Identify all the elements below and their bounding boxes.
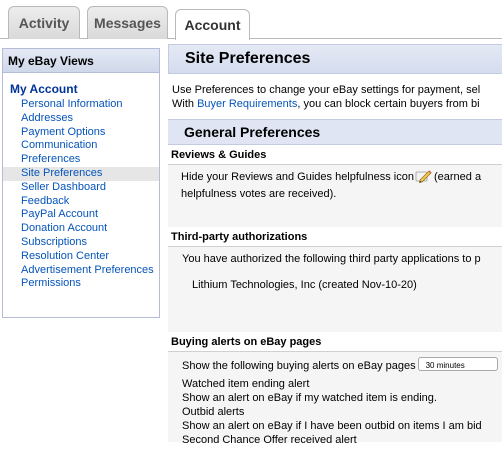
- watched-item-alert-desc: Show an alert on eBay if my watched item…: [182, 392, 437, 404]
- third-party-intro: You have authorized the following third …: [182, 253, 481, 265]
- intro-line-1: Use Preferences to change your eBay sett…: [172, 84, 481, 96]
- alert-time-select[interactable]: 30 minutes: [417, 357, 498, 371]
- reviews-text: Hide your Reviews and Guides helpfulness…: [181, 171, 414, 183]
- main-content: Site Preferences Use Preferences to chan…: [168, 44, 502, 449]
- buyer-requirements-link[interactable]: Buyer Requirements: [197, 98, 297, 110]
- sidebar-nav: Personal Information Addresses Payment O…: [3, 98, 159, 291]
- sidebar-item-communication-preferences[interactable]: Communication Preferences: [3, 139, 159, 167]
- sidebar-item-paypal-account[interactable]: PayPal Account: [3, 208, 159, 222]
- sidebar-item-personal-information[interactable]: Personal Information: [3, 98, 159, 112]
- intro-line-2: With Buyer Requirements, you can block c…: [172, 98, 502, 112]
- tab-bar: Activity Messages Account: [0, 0, 502, 40]
- sidebar-item-payment-options[interactable]: Payment Options: [3, 126, 159, 140]
- sidebar-item-addresses[interactable]: Addresses: [3, 112, 159, 126]
- outbid-alert-desc: Show an alert on eBay if I have been out…: [182, 420, 482, 432]
- intro-text: Use Preferences to change your eBay sett…: [168, 74, 502, 111]
- sidebar-section-my-account[interactable]: My Account: [3, 73, 159, 98]
- reviews-line-1: Hide your Reviews and Guides helpfulness…: [181, 169, 502, 187]
- buying-alerts-body: Show the following buying alerts on eBay…: [168, 352, 502, 446]
- sidebar: My eBay Views My Account Personal Inform…: [2, 48, 160, 318]
- reviews-guides-body: Hide your Reviews and Guides helpfulness…: [168, 165, 502, 227]
- third-party-title: Third-party authorizations: [168, 227, 502, 247]
- sidebar-item-permissions[interactable]: Permissions: [3, 277, 159, 291]
- outbid-alert-title: Outbid alerts: [182, 406, 245, 418]
- sidebar-item-donation-account[interactable]: Donation Account: [3, 222, 159, 236]
- buying-alerts-show-label: Show the following buying alerts on eBay…: [182, 360, 416, 372]
- reviews-line-2: helpfulness votes are received).: [181, 188, 337, 200]
- reviews-guides-title: Reviews & Guides: [168, 145, 502, 165]
- general-preferences-header: General Preferences: [168, 119, 502, 145]
- page-title: Site Preferences: [168, 44, 502, 74]
- sidebar-title: My eBay Views: [3, 49, 159, 73]
- reviews-text-tail: (earned a: [433, 171, 482, 183]
- sidebar-item-advertisement-preferences[interactable]: Advertisement Preferences: [3, 264, 159, 278]
- watched-item-alert-title: Watched item ending alert: [182, 378, 310, 390]
- sidebar-item-feedback[interactable]: Feedback: [3, 195, 159, 209]
- intro-line-2-prefix: With: [172, 97, 198, 110]
- sidebar-item-resolution-center[interactable]: Resolution Center: [3, 250, 159, 264]
- sidebar-item-subscriptions[interactable]: Subscriptions: [3, 236, 159, 250]
- tab-account[interactable]: Account: [175, 9, 250, 40]
- intro-line-2-suffix: , you can block certain buyers from bi: [297, 97, 480, 110]
- tab-activity[interactable]: Activity: [8, 6, 80, 39]
- third-party-app: Lithium Technologies, Inc (created Nov-1…: [192, 279, 417, 291]
- buying-alerts-show-row: Show the following buying alerts on eBay…: [182, 357, 502, 373]
- buying-alerts-title: Buying alerts on eBay pages: [168, 332, 502, 352]
- sidebar-item-seller-dashboard[interactable]: Seller Dashboard: [3, 181, 159, 195]
- second-chance-alert-title: Second Chance Offer received alert: [182, 434, 357, 446]
- pencil-icon: [415, 169, 433, 187]
- third-party-body: You have authorized the following third …: [168, 247, 502, 332]
- tab-messages[interactable]: Messages: [87, 6, 168, 39]
- sidebar-item-site-preferences[interactable]: Site Preferences: [3, 166, 159, 181]
